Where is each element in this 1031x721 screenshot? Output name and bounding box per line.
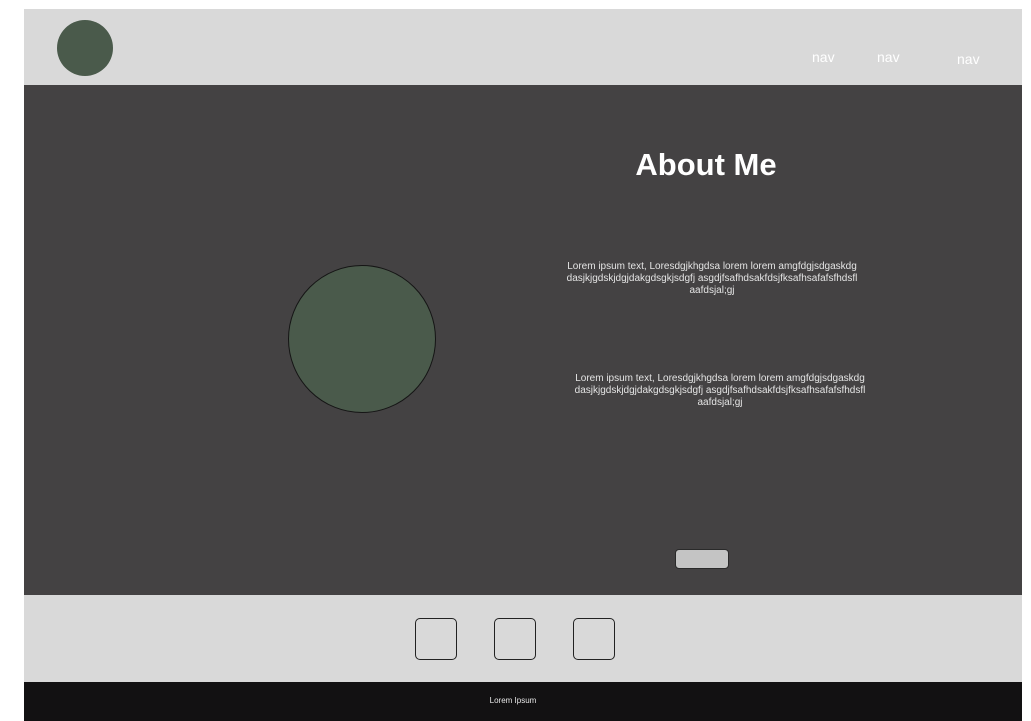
social-links-bar — [24, 595, 1022, 682]
page-frame: nav nav nav About Me Lorem ipsum text, L… — [24, 9, 1022, 721]
site-header: nav nav nav — [24, 9, 1022, 85]
nav-link-1[interactable]: nav — [812, 49, 835, 65]
profile-image-placeholder — [288, 265, 436, 413]
social-link-2[interactable] — [494, 618, 536, 660]
about-section: About Me Lorem ipsum text, Loresdgjkhgds… — [24, 85, 1022, 595]
social-link-1[interactable] — [415, 618, 457, 660]
logo-circle[interactable] — [57, 20, 113, 76]
site-footer: Lorem Ipsum — [24, 682, 1022, 721]
footer-text: Lorem Ipsum — [489, 696, 537, 705]
about-paragraph-1: Lorem ipsum text, Loresdgjkhgdsa lorem l… — [566, 261, 858, 296]
nav-link-3[interactable]: nav — [957, 51, 980, 67]
social-link-3[interactable] — [573, 618, 615, 660]
about-title: About Me — [635, 147, 777, 182]
about-paragraph-2: Lorem ipsum text, Loresdgjkhgdsa lorem l… — [574, 373, 866, 408]
nav-link-2[interactable]: nav — [877, 49, 900, 65]
about-action-button[interactable] — [675, 549, 729, 569]
